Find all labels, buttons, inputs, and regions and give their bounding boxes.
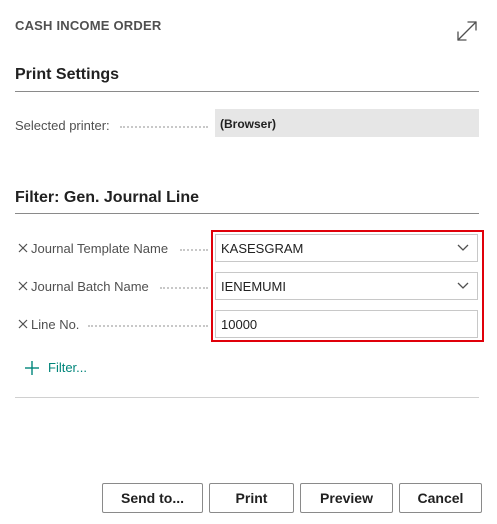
selected-printer-label: Selected printer: [15, 118, 110, 133]
print-button[interactable]: Print [209, 483, 294, 513]
request-page-dialog: CASH INCOME ORDER Print Settings Selecte… [0, 0, 497, 524]
remove-filter-x-icon[interactable] [18, 243, 28, 253]
line-no-label: Line No. [31, 317, 80, 332]
label-leader-dots [88, 324, 208, 327]
dialog-title: CASH INCOME ORDER [15, 18, 162, 33]
section-divider [15, 397, 479, 398]
print-settings-heading: Print Settings [15, 66, 120, 83]
selected-printer-value[interactable]: (Browser) [215, 109, 479, 137]
expand-icon[interactable] [455, 19, 479, 43]
label-leader-dots [120, 125, 208, 128]
filter-heading: Filter: Gen. Journal Line [15, 189, 200, 206]
preview-button[interactable]: Preview [300, 483, 393, 513]
section-divider [15, 213, 479, 214]
remove-filter-x-icon[interactable] [18, 281, 28, 291]
add-filter-label: Filter... [48, 360, 88, 375]
label-leader-dots [160, 286, 208, 289]
highlight-box [211, 230, 484, 342]
journal-batch-name-label: Journal Batch Name [31, 279, 149, 294]
send-to-button[interactable]: Send to... [102, 483, 203, 513]
label-leader-dots [180, 248, 208, 251]
remove-filter-x-icon[interactable] [18, 319, 28, 329]
cancel-button[interactable]: Cancel [399, 483, 482, 513]
journal-template-name-label: Journal Template Name [31, 241, 169, 256]
section-divider [15, 91, 479, 92]
plus-icon [25, 361, 39, 375]
